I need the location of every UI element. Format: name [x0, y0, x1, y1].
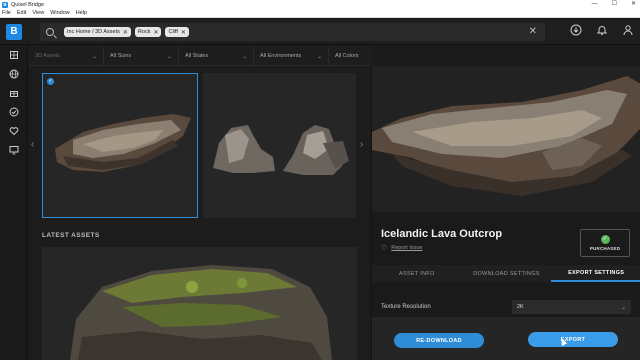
nav-heart-icon[interactable] [0, 121, 28, 140]
asset-preview[interactable] [372, 66, 640, 212]
header-icons [570, 24, 634, 36]
latest-assets-heading: LATEST ASSETS [42, 232, 100, 239]
chip-label: Cliff [168, 29, 178, 35]
menu-file[interactable]: File [2, 10, 11, 16]
app-header: B Inc Home / 3D Assets ✕ Rock ✕ Cliff ✕ … [0, 19, 640, 45]
window-controls: — ☐ ✕ [592, 0, 636, 9]
filter-states-dropdown[interactable]: All States ⌄ [179, 46, 254, 66]
filter-label: All States [185, 53, 209, 59]
filter-label: All Environments [260, 53, 302, 59]
filter-environments-dropdown[interactable]: All Environments ⌄ [254, 46, 329, 66]
menu-help[interactable]: Help [76, 10, 87, 16]
asset-detail-panel: Icelandic Lava Outcrop ♡ Report Issue ✓ … [371, 66, 640, 360]
filter-label: All Colors [335, 53, 359, 59]
nav-globe-icon[interactable] [0, 64, 28, 83]
tab-asset-info[interactable]: ASSET INFO [372, 265, 462, 282]
nav-check-icon[interactable] [0, 102, 28, 121]
menu-window[interactable]: Window [50, 10, 70, 16]
chip-remove-icon[interactable]: ✕ [181, 29, 186, 36]
brand-logo[interactable]: B [6, 24, 22, 40]
texture-resolution-select[interactable]: 2K ⌄ [512, 300, 631, 314]
app-window: B Quixel Bridge — ☐ ✕ File Edit View Win… [0, 0, 640, 360]
detail-tabs: ASSET INFO DOWNLOAD SETTINGS EXPORT SETT… [372, 265, 640, 282]
asset-card-selected[interactable]: ✓ [42, 73, 198, 218]
filter-category-dropdown[interactable]: 3D Assets ⌄ [29, 46, 104, 66]
close-window-button[interactable]: ✕ [631, 0, 636, 9]
purchased-badge: ✓ PURCHASED [580, 229, 630, 257]
export-button[interactable]: EXPORT [528, 332, 618, 347]
search-bar[interactable]: Inc Home / 3D Assets ✕ Rock ✕ Cliff ✕ ✕ [40, 23, 545, 41]
chip-label: Rock [137, 29, 151, 35]
rock-slab-preview [372, 76, 640, 196]
rock-slab-thumbnail [55, 114, 191, 172]
chip-remove-icon[interactable]: ✕ [123, 29, 128, 36]
chevron-down-icon: ⌄ [166, 53, 172, 60]
rock-cluster-thumbnail [213, 125, 349, 175]
chevron-down-icon: ⌄ [241, 53, 247, 60]
left-nav-rail [0, 45, 28, 360]
notification-bell-icon[interactable] [596, 24, 608, 36]
nav-gift-icon[interactable] [0, 83, 28, 102]
search-chip[interactable]: Cliff ✕ [165, 27, 189, 37]
texture-resolution-row: Texture Resolution 2K ⌄ [381, 300, 631, 314]
check-circle-icon: ✓ [600, 235, 610, 244]
carousel-next-icon[interactable]: › [360, 139, 363, 150]
download-icon[interactable] [570, 24, 582, 36]
filter-label: 3D Assets [35, 53, 60, 59]
maximize-button[interactable]: ☐ [612, 0, 617, 9]
menu-edit[interactable]: Edit [17, 10, 26, 16]
search-chip[interactable]: Rock ✕ [134, 27, 162, 37]
selected-check-icon: ✓ [47, 78, 54, 85]
filter-sizes-dropdown[interactable]: All Sizes ⌄ [104, 46, 179, 66]
chip-remove-icon[interactable]: ✕ [153, 29, 158, 36]
nav-monitor-icon[interactable] [0, 140, 28, 159]
chevron-down-icon: ⌄ [91, 53, 97, 60]
search-icon [46, 28, 54, 36]
chevron-down-icon: ⌄ [620, 304, 626, 311]
tab-export-settings[interactable]: EXPORT SETTINGS [551, 265, 640, 282]
filter-bar: 3D Assets ⌄ All Sizes ⌄ All States ⌄ All… [29, 46, 371, 66]
mossy-rock-thumbnail [70, 265, 332, 360]
app-logo-icon: B [2, 1, 8, 8]
filter-label: All Sizes [110, 53, 132, 59]
chevron-down-icon: ⌄ [316, 53, 322, 60]
action-buttons: RE-DOWNLOAD EXPORT [372, 317, 640, 360]
report-issue-link[interactable]: ♡ Report Issue [381, 244, 422, 252]
user-avatar-icon[interactable] [622, 24, 634, 36]
texture-resolution-value: 2K [517, 304, 524, 310]
carousel-prev-icon[interactable]: ‹ [31, 139, 34, 150]
purchased-label: PURCHASED [589, 246, 621, 251]
nav-home-icon[interactable] [0, 45, 28, 64]
favorite-heart-icon[interactable]: ♡ [381, 244, 387, 252]
minimize-button[interactable]: — [592, 0, 598, 9]
search-chip[interactable]: Inc Home / 3D Assets ✕ [64, 27, 131, 37]
latest-asset-card[interactable] [42, 247, 357, 360]
menu-view[interactable]: View [32, 10, 44, 16]
filter-colors-dropdown[interactable]: All Colors [329, 46, 371, 66]
redownload-button[interactable]: RE-DOWNLOAD [394, 333, 484, 348]
report-issue-label[interactable]: Report Issue [391, 245, 422, 251]
clear-search-icon[interactable]: ✕ [529, 26, 537, 37]
window-titlebar: B Quixel Bridge — ☐ ✕ [0, 0, 640, 9]
texture-resolution-label: Texture Resolution [381, 304, 431, 310]
menu-bar: File Edit View Window Help [0, 9, 640, 18]
asset-title: Icelandic Lava Outcrop [381, 228, 503, 240]
chip-label: Inc Home / 3D Assets [67, 29, 120, 35]
tab-download-settings[interactable]: DOWNLOAD SETTINGS [462, 265, 552, 282]
asset-card[interactable] [203, 73, 356, 218]
window-title: Quixel Bridge [11, 1, 45, 8]
